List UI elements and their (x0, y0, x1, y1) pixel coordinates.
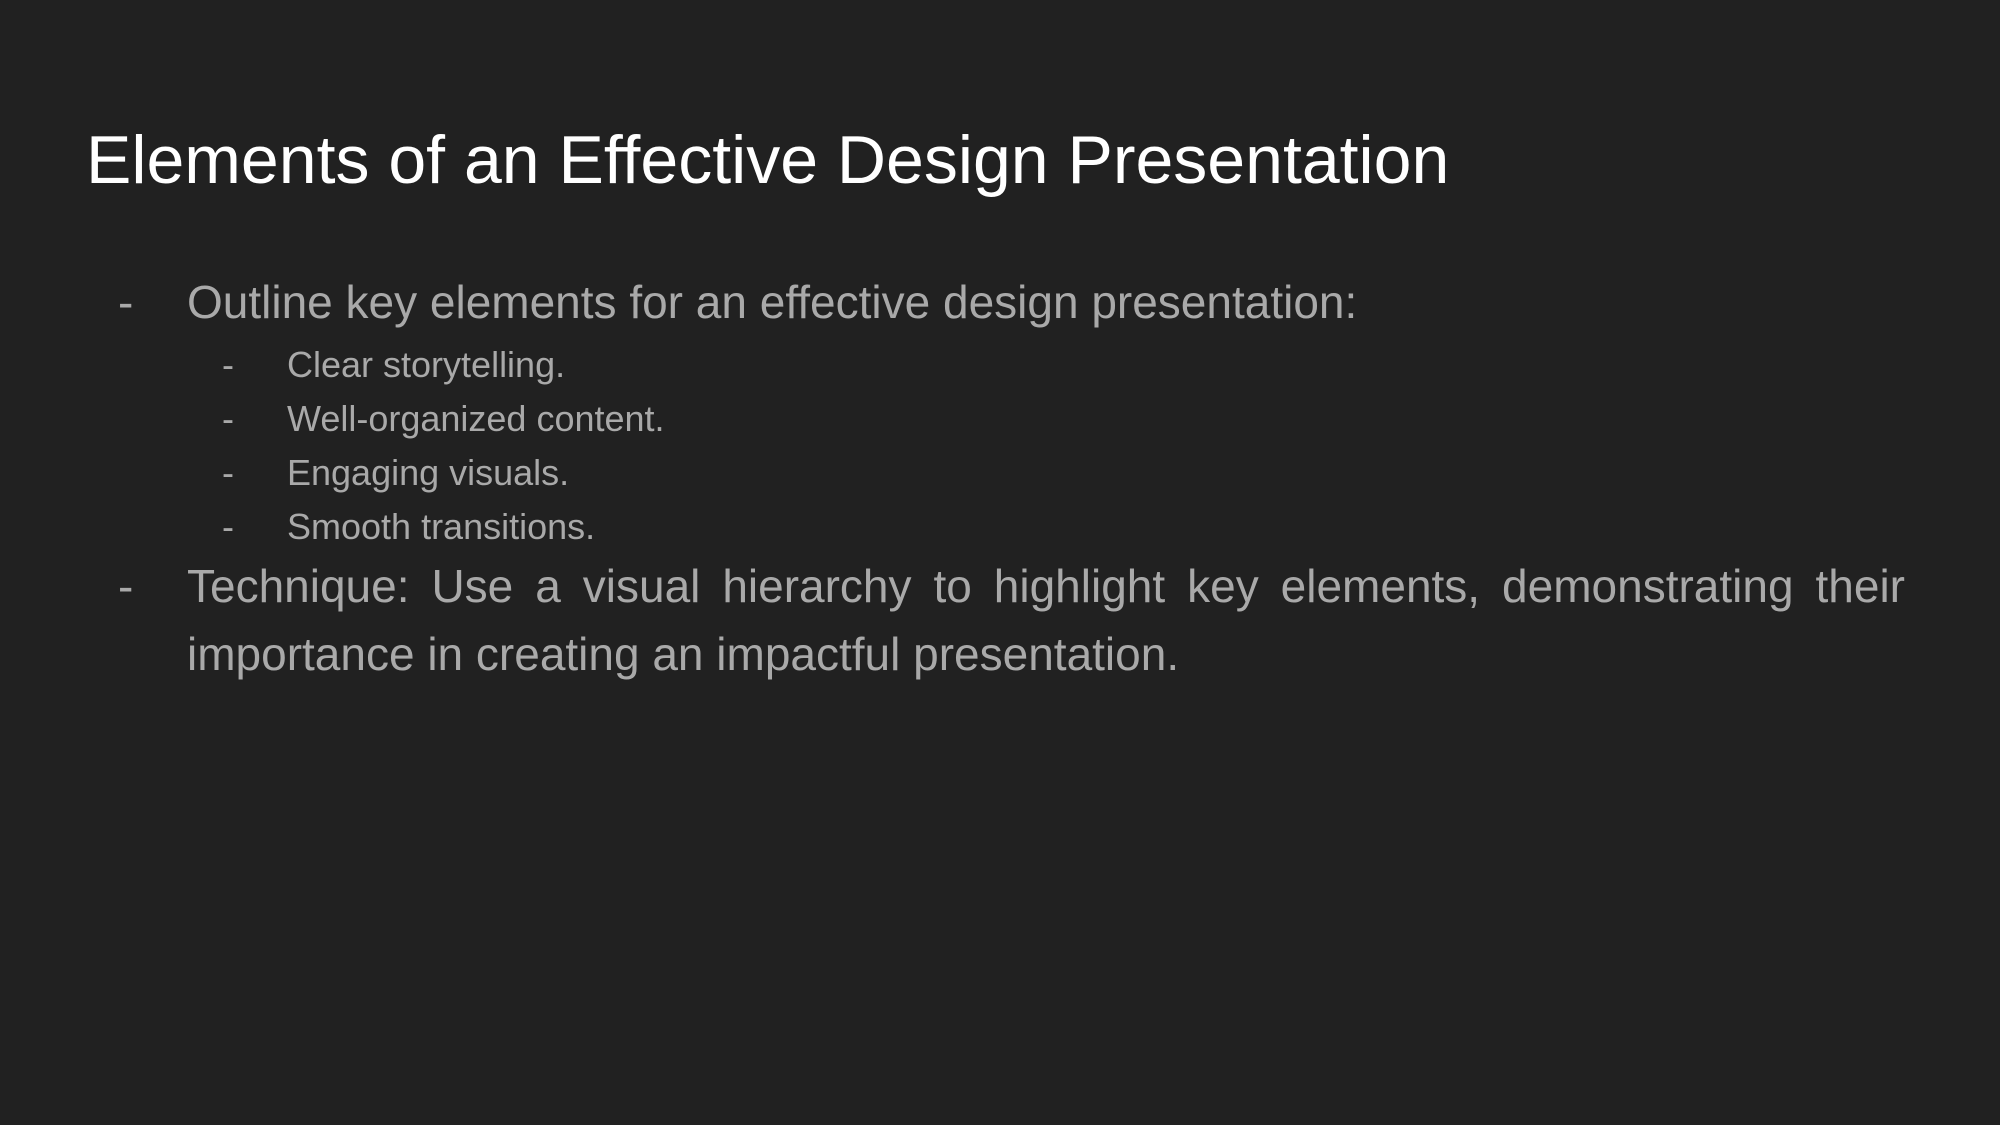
sub-bullet-marker: - (222, 344, 234, 385)
sub-bullet-text: Smooth transitions. (287, 506, 596, 547)
slide: Elements of an Effective Design Presenta… (0, 0, 2000, 1125)
bullet-text: Technique: Use a visual hierarchy to hig… (187, 560, 1905, 680)
bullet-text: Outline key elements for an effective de… (187, 276, 1358, 328)
sub-bullet-marker: - (222, 398, 234, 439)
bullet-marker: - (118, 276, 134, 328)
sub-bullet-marker: - (222, 452, 234, 493)
sub-bullet-text: Engaging visuals. (287, 452, 570, 493)
bullet-marker: - (118, 560, 134, 612)
slide-title: Elements of an Effective Design Presenta… (86, 122, 1450, 198)
sub-bullet-marker: - (222, 506, 234, 547)
sub-bullet-text: Well-organized content. (287, 398, 665, 439)
sub-bullet-text: Clear storytelling. (287, 344, 566, 385)
